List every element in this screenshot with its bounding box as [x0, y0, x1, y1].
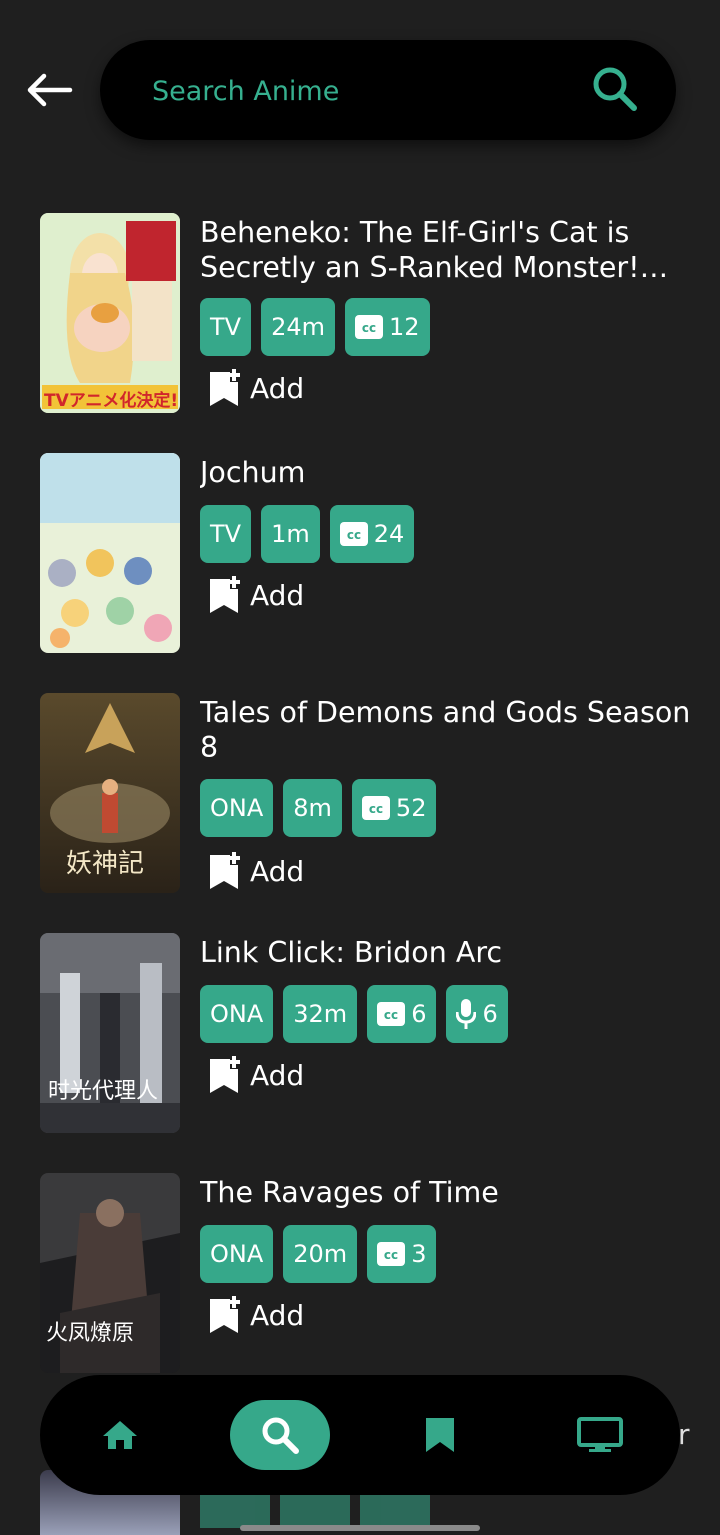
badge-row: ONA 20m cc 3 [200, 1225, 437, 1283]
cc-icon: cc [377, 1002, 406, 1026]
duration-badge: 8m [283, 779, 342, 837]
poster-image[interactable]: 时光代理人 [40, 933, 180, 1133]
bottom-navigation [40, 1375, 680, 1495]
anime-title[interactable]: Jochum [200, 455, 700, 490]
home-indicator [240, 1525, 480, 1531]
svg-text:cc: cc [347, 528, 361, 542]
type-badge: TV [200, 505, 252, 563]
add-button[interactable]: Add [208, 1295, 304, 1335]
svg-text:cc: cc [362, 321, 376, 335]
type-badge: ONA [200, 985, 274, 1043]
back-button[interactable] [22, 62, 78, 118]
bookmark-add-icon [210, 369, 240, 406]
result-item[interactable]: 妖神記 Tales of Demons and Gods Season 8 ON… [40, 693, 700, 893]
duration-badge: 32m [283, 985, 358, 1043]
arrow-left-icon [27, 73, 73, 107]
search-input[interactable] [150, 66, 554, 116]
bookmark-add-icon [210, 1056, 240, 1093]
cc-icon: cc [361, 796, 390, 820]
tv-icon [577, 1417, 623, 1452]
search-bar [100, 40, 676, 140]
poster-text: TVアニメ化決定! [44, 391, 179, 411]
type-badge: ONA [200, 1225, 274, 1283]
duration-badge: 1m [261, 505, 320, 563]
bookmark-add-icon [210, 852, 240, 889]
svg-text:cc: cc [369, 802, 383, 816]
bookmark-icon [426, 1418, 454, 1452]
microphone-icon [456, 999, 477, 1029]
badge-row: TV 24m cc 12 [200, 298, 430, 356]
dub-count-badge: 6 [446, 985, 508, 1043]
sub-count-badge: cc 6 [367, 985, 437, 1043]
nav-bookmarks[interactable] [400, 1400, 480, 1470]
result-item[interactable]: TVアニメ化決定! Beheneko: The Elf-Girl's Cat i… [40, 213, 700, 413]
sub-count-badge: cc 24 [329, 505, 415, 563]
cc-icon: cc [355, 315, 383, 339]
svg-text:cc: cc [384, 1248, 398, 1262]
anime-title[interactable]: Link Click: Bridon Arc [200, 935, 700, 970]
poster-image[interactable]: TVアニメ化決定! [40, 213, 180, 413]
poster-image[interactable]: 火凤燎原 [40, 1173, 180, 1373]
poster-text: 妖神記 [66, 849, 145, 879]
type-badge: ONA [200, 779, 274, 837]
anime-title[interactable]: Tales of Demons and Gods Season 8 [200, 695, 700, 765]
add-button[interactable]: Add [208, 575, 304, 615]
duration-badge: 24m [261, 298, 335, 356]
result-item[interactable]: 火凤燎原 The Ravages of Time ONA 20m cc 3 Ad… [40, 1173, 700, 1373]
poster-text: 时光代理人 [48, 1079, 159, 1104]
nav-search[interactable] [230, 1400, 330, 1470]
badge-row: ONA 8m cc 52 [200, 779, 437, 837]
poster-image[interactable]: 妖神記 [40, 693, 180, 893]
cc-icon: cc [377, 1242, 406, 1266]
svg-text:cc: cc [384, 1008, 398, 1022]
home-icon [103, 1421, 137, 1449]
poster-image[interactable] [40, 453, 180, 653]
badge-row: TV 1m cc 24 [200, 505, 415, 563]
cc-icon: cc [339, 522, 368, 546]
add-button[interactable]: Add [208, 1055, 304, 1095]
sub-count-badge: cc 12 [345, 298, 430, 356]
nav-tv[interactable] [560, 1400, 640, 1470]
anime-title[interactable]: The Ravages of Time [200, 1175, 700, 1210]
sub-count-badge: cc 3 [367, 1225, 437, 1283]
anime-title[interactable]: Beheneko: The Elf-Girl's Cat is Secretly… [200, 215, 700, 285]
bookmark-add-icon [210, 576, 240, 613]
add-button[interactable]: Add [208, 368, 304, 408]
bookmark-add-icon [210, 1296, 240, 1333]
search-icon [262, 1417, 299, 1454]
nav-home[interactable] [80, 1400, 160, 1470]
badge-row: ONA 32m cc 6 6 [200, 985, 508, 1043]
sub-count-badge: cc 52 [351, 779, 437, 837]
poster-text: 火凤燎原 [46, 1321, 135, 1346]
search-icon[interactable] [590, 64, 640, 114]
result-item[interactable]: 时光代理人 Link Click: Bridon Arc ONA 32m cc … [40, 933, 700, 1133]
type-badge: TV [200, 298, 252, 356]
duration-badge: 20m [283, 1225, 358, 1283]
result-item[interactable]: Jochum TV 1m cc 24 Add [40, 453, 700, 653]
add-button[interactable]: Add [208, 851, 304, 891]
